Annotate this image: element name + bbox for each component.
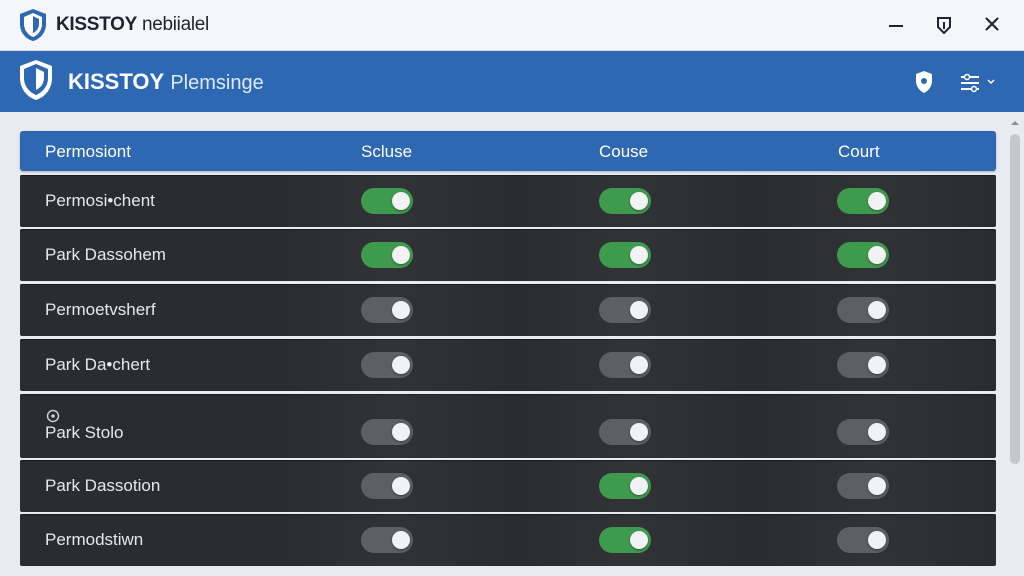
toggle-knob bbox=[868, 356, 886, 374]
toggle-knob bbox=[868, 531, 886, 549]
toggle-knob bbox=[392, 356, 410, 374]
row-permission-label: Permosi•chent bbox=[45, 191, 155, 210]
toggle-switch[interactable] bbox=[837, 527, 921, 553]
toggle-knob bbox=[392, 531, 410, 549]
toggle-switch[interactable] bbox=[599, 297, 683, 323]
toggle-knob bbox=[868, 246, 886, 264]
scrollbar-thumb[interactable] bbox=[1010, 134, 1020, 464]
toggle-switch[interactable] bbox=[361, 419, 445, 445]
toggle-switch[interactable] bbox=[599, 419, 683, 445]
toggle-switch[interactable] bbox=[837, 352, 921, 378]
table-row: Park Dassohem bbox=[20, 229, 996, 281]
shield-badge-button[interactable] bbox=[914, 69, 934, 95]
toggle-switch[interactable] bbox=[837, 297, 921, 323]
toggle-switch[interactable] bbox=[361, 473, 445, 499]
vertical-scrollbar[interactable] bbox=[1006, 112, 1024, 576]
table-header: Permosiont Scluse Couse Court bbox=[20, 131, 996, 171]
toggle-knob bbox=[630, 356, 648, 374]
toggle-knob bbox=[630, 531, 648, 549]
toggle-knob bbox=[392, 246, 410, 264]
shield-logo-icon bbox=[18, 59, 54, 101]
restore-icon bbox=[937, 17, 951, 35]
column-header-scluse: Scluse bbox=[361, 142, 413, 161]
window-title-bar: KISSTOY nebiialel bbox=[0, 0, 1024, 51]
table-row: Park Da•chert bbox=[20, 339, 996, 391]
toggle-switch[interactable] bbox=[361, 188, 445, 214]
row-permission-label: Park Dassohem bbox=[45, 245, 166, 264]
column-header-couse: Couse bbox=[599, 142, 649, 161]
toggle-switch[interactable] bbox=[361, 527, 445, 553]
app-subtitle: Plemsinge bbox=[170, 72, 264, 94]
column-header-court: Court bbox=[838, 142, 880, 161]
window-title-brand: KISSTOY bbox=[56, 14, 137, 35]
app-brand: KISSTOY bbox=[68, 69, 165, 94]
toggle-knob bbox=[868, 423, 886, 441]
table-row: Permoetvsherf bbox=[20, 284, 996, 336]
row-permission-label: Permodstiwn bbox=[45, 530, 144, 549]
minimize-button[interactable] bbox=[882, 12, 910, 38]
close-button[interactable] bbox=[978, 12, 1006, 38]
app-header: KISSTOY Plemsinge bbox=[0, 51, 1024, 112]
toggle-knob bbox=[392, 423, 410, 441]
refresh-icon bbox=[46, 409, 60, 423]
toggle-switch[interactable] bbox=[837, 473, 921, 499]
close-icon bbox=[985, 17, 999, 31]
toggle-switch[interactable] bbox=[599, 527, 683, 553]
toggle-knob bbox=[630, 477, 648, 495]
table-row: Park Dassotion bbox=[20, 460, 996, 512]
shield-logo-icon bbox=[18, 8, 48, 42]
window-title-rest: nebiialel bbox=[141, 14, 209, 35]
app-title: KISSTOY Plemsinge bbox=[68, 69, 264, 95]
toggle-switch[interactable] bbox=[599, 352, 683, 378]
menu-button[interactable] bbox=[958, 69, 1000, 95]
toggle-knob bbox=[392, 192, 410, 210]
toggle-knob bbox=[630, 192, 648, 210]
toggle-switch[interactable] bbox=[837, 419, 921, 445]
shield-badge-icon bbox=[916, 71, 932, 93]
row-permission-label: Park Da•chert bbox=[45, 355, 151, 374]
row-permission-label: Park Dassotion bbox=[45, 476, 161, 495]
toggle-knob bbox=[630, 301, 648, 319]
toggle-knob bbox=[868, 192, 886, 210]
restore-button[interactable] bbox=[930, 12, 958, 38]
toggle-knob bbox=[868, 301, 886, 319]
toggle-switch[interactable] bbox=[837, 188, 921, 214]
toggle-knob bbox=[630, 423, 648, 441]
toggle-knob bbox=[392, 477, 410, 495]
window-title: KISSTOY nebiialel bbox=[56, 14, 209, 36]
table-row: Park Stolo bbox=[20, 394, 996, 458]
toggle-switch[interactable] bbox=[361, 352, 445, 378]
toggle-switch[interactable] bbox=[361, 297, 445, 323]
toggle-switch[interactable] bbox=[361, 242, 445, 268]
minimize-icon bbox=[889, 25, 903, 27]
permissions-panel: Permosiont Scluse Couse Court Permosi•ch… bbox=[0, 112, 1024, 576]
toggle-switch[interactable] bbox=[599, 242, 683, 268]
toggle-knob bbox=[392, 301, 410, 319]
sliders-menu-icon bbox=[961, 73, 995, 93]
column-header-permission: Permosiont bbox=[45, 142, 131, 161]
row-permission-label: Park Stolo bbox=[45, 423, 124, 442]
table-row: Permosi•chent bbox=[20, 175, 996, 227]
toggle-knob bbox=[630, 246, 648, 264]
toggle-switch[interactable] bbox=[837, 242, 921, 268]
toggle-switch[interactable] bbox=[599, 473, 683, 499]
row-permission-label: Permoetvsherf bbox=[45, 300, 156, 319]
toggle-knob bbox=[868, 477, 886, 495]
table-row: Permodstiwn bbox=[20, 514, 996, 566]
scroll-up-icon[interactable] bbox=[1010, 118, 1020, 128]
toggle-switch[interactable] bbox=[599, 188, 683, 214]
